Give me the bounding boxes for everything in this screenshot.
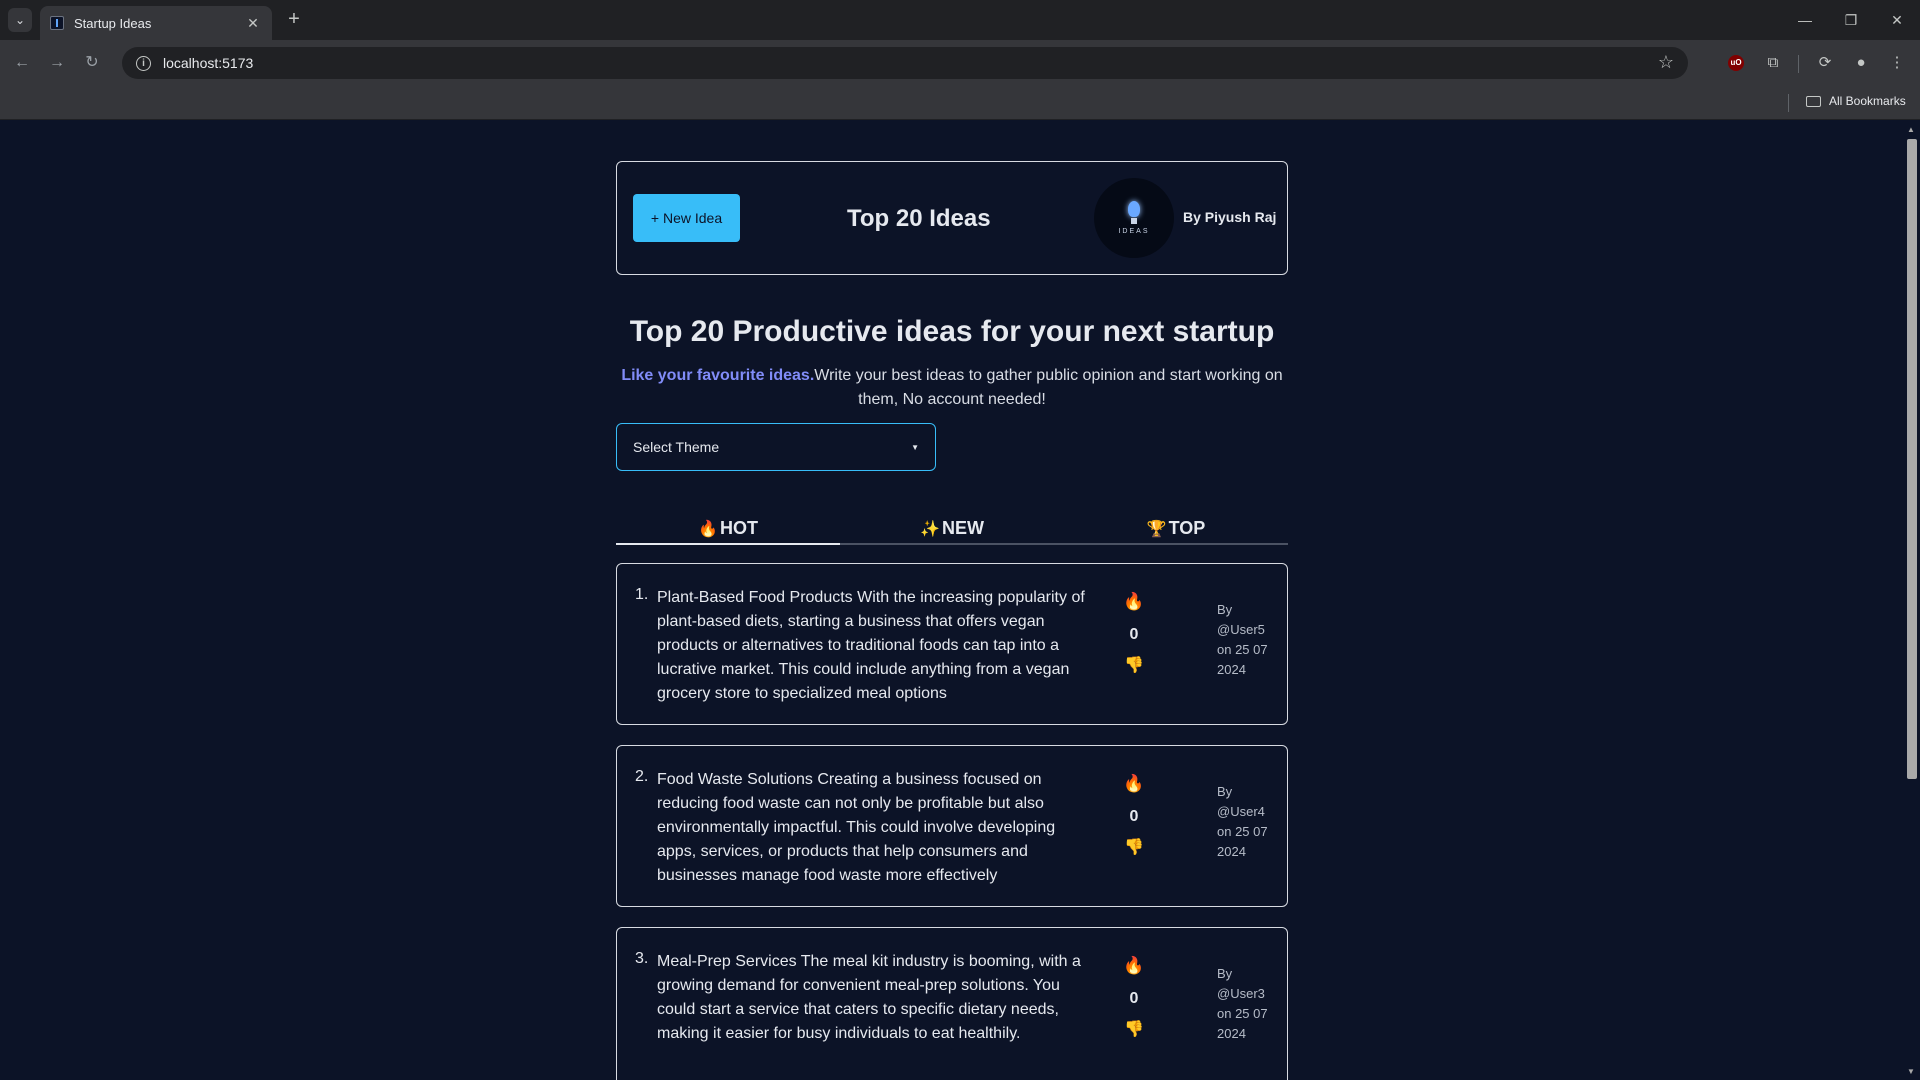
idea-card: 1. Plant-Based Food Products With the in… xyxy=(616,563,1288,725)
vote-controls: 🔥 0 👎 xyxy=(1119,592,1149,676)
url-text[interactable]: localhost:5173 xyxy=(163,55,253,71)
tab-title: Startup Ideas xyxy=(74,15,152,31)
page-subtitle: Like your favourite ideas.Write your bes… xyxy=(616,364,1288,412)
bookmark-star-icon[interactable]: ☆ xyxy=(1658,52,1674,73)
page-viewport: + New Idea Top 20 Ideas IDEAS By Piyush … xyxy=(0,121,1904,1080)
restore-icon[interactable]: ❐ xyxy=(1836,8,1866,32)
reload-icon[interactable]: ↻ xyxy=(80,51,104,75)
bookmarks-divider xyxy=(1788,94,1789,112)
theme-select-label: Select Theme xyxy=(633,439,720,455)
toolbar-divider xyxy=(1798,55,1799,73)
subtitle-text: Write your best ideas to gather public o… xyxy=(814,367,1283,408)
close-icon[interactable]: ✕ xyxy=(244,15,262,32)
forward-icon[interactable]: → xyxy=(45,51,69,75)
lightbulb-icon xyxy=(1128,201,1140,217)
idea-text: Plant-Based Food Products With the incre… xyxy=(657,589,1085,702)
feed-tabs: 🔥 HOT ✨ NEW 🏆 TOP xyxy=(616,513,1288,545)
extensions-icon[interactable]: ⧉ xyxy=(1762,52,1784,74)
trophy-icon: 🏆 xyxy=(1146,521,1167,538)
idea-number: 2. xyxy=(635,768,649,785)
all-bookmarks-button[interactable]: All Bookmarks xyxy=(1806,94,1906,108)
folder-icon xyxy=(1806,95,1821,107)
tab-label: TOP xyxy=(1168,518,1206,538)
browser-toolbar: ← → ↻ i localhost:5173 ☆ uO ⧉ ⟳ ● ⋮ xyxy=(0,40,1920,86)
tab-search-icon[interactable]: ⌄ xyxy=(8,8,32,32)
logo-text: IDEAS xyxy=(1118,228,1150,235)
tab-hot[interactable]: 🔥 HOT xyxy=(616,513,840,545)
chevron-down-icon: ▼ xyxy=(911,442,919,452)
new-idea-button[interactable]: + New Idea xyxy=(633,194,740,242)
address-bar[interactable]: i localhost:5173 ☆ xyxy=(122,47,1688,79)
page-scrollbar[interactable]: ▲ ▼ xyxy=(1904,121,1920,1080)
minimize-icon[interactable]: — xyxy=(1790,8,1820,32)
menu-icon[interactable]: ⋮ xyxy=(1886,52,1908,74)
back-icon[interactable]: ← xyxy=(10,51,34,75)
favicon-icon xyxy=(50,16,64,30)
new-tab-icon[interactable]: + xyxy=(282,8,306,32)
close-window-icon[interactable]: ✕ xyxy=(1882,8,1912,32)
scroll-thumb[interactable] xyxy=(1907,139,1917,779)
idea-meta: By @User4 on 25 07 2024 xyxy=(1217,784,1268,859)
tab-label: NEW xyxy=(941,518,984,538)
upvote-fire-icon[interactable]: 🔥 xyxy=(1119,592,1149,612)
idea-meta: By @User5 on 25 07 2024 xyxy=(1217,602,1268,677)
upvote-fire-icon[interactable]: 🔥 xyxy=(1119,774,1149,794)
theme-select[interactable]: Select Theme ▼ xyxy=(616,423,936,471)
downvote-thumbs-icon[interactable]: 👎 xyxy=(1119,1020,1149,1040)
site-info-icon[interactable]: i xyxy=(136,55,151,71)
vote-count: 0 xyxy=(1129,626,1139,643)
upvote-fire-icon[interactable]: 🔥 xyxy=(1119,956,1149,976)
downvote-thumbs-icon[interactable]: 👎 xyxy=(1119,656,1149,676)
scroll-up-icon[interactable]: ▲ xyxy=(1907,125,1915,134)
author-credit: By Piyush Raj xyxy=(1183,209,1277,225)
browser-tab-strip: ⌄ Startup Ideas ✕ + — ❐ ✕ xyxy=(0,0,1920,40)
idea-card: 2. Food Waste Solutions Creating a busin… xyxy=(616,745,1288,907)
tab-new[interactable]: ✨ NEW xyxy=(840,513,1064,543)
tab-top[interactable]: 🏆 TOP xyxy=(1064,513,1288,543)
sparkles-icon: ✨ xyxy=(920,521,940,538)
idea-card: 3. Meal-Prep Services The meal kit indus… xyxy=(616,927,1288,1080)
idea-number: 3. xyxy=(635,950,649,967)
idea-text: Food Waste Solutions Creating a business… xyxy=(657,771,1056,884)
sync-icon[interactable]: ⟳ xyxy=(1814,52,1836,74)
subtitle-accent: Like your favourite ideas. xyxy=(621,367,815,384)
idea-number: 1. xyxy=(635,586,649,603)
fire-icon: 🔥 xyxy=(698,521,718,538)
logo: IDEAS xyxy=(1094,178,1174,258)
vote-count: 0 xyxy=(1129,808,1139,825)
page-title: Top 20 Productive ideas for your next st… xyxy=(629,315,1275,348)
downvote-thumbs-icon[interactable]: 👎 xyxy=(1119,838,1149,858)
idea-text: Meal-Prep Services The meal kit industry… xyxy=(657,953,1081,1042)
site-title: Top 20 Ideas xyxy=(847,205,991,232)
browser-tab[interactable]: Startup Ideas ✕ xyxy=(40,6,272,40)
profile-icon[interactable]: ● xyxy=(1850,52,1872,74)
tab-label: HOT xyxy=(719,518,758,538)
idea-meta: By @User3 on 25 07 2024 xyxy=(1217,966,1268,1041)
bookmarks-bar: All Bookmarks xyxy=(0,86,1920,120)
all-bookmarks-label: All Bookmarks xyxy=(1829,94,1906,108)
vote-count: 0 xyxy=(1129,990,1139,1007)
ublock-icon[interactable]: uO xyxy=(1728,55,1744,71)
vote-controls: 🔥 0 👎 xyxy=(1119,956,1149,1040)
vote-controls: 🔥 0 👎 xyxy=(1119,774,1149,858)
lightbulb-base xyxy=(1131,218,1137,224)
scroll-down-icon[interactable]: ▼ xyxy=(1907,1067,1915,1076)
site-header: + New Idea Top 20 Ideas IDEAS By Piyush … xyxy=(616,161,1288,275)
